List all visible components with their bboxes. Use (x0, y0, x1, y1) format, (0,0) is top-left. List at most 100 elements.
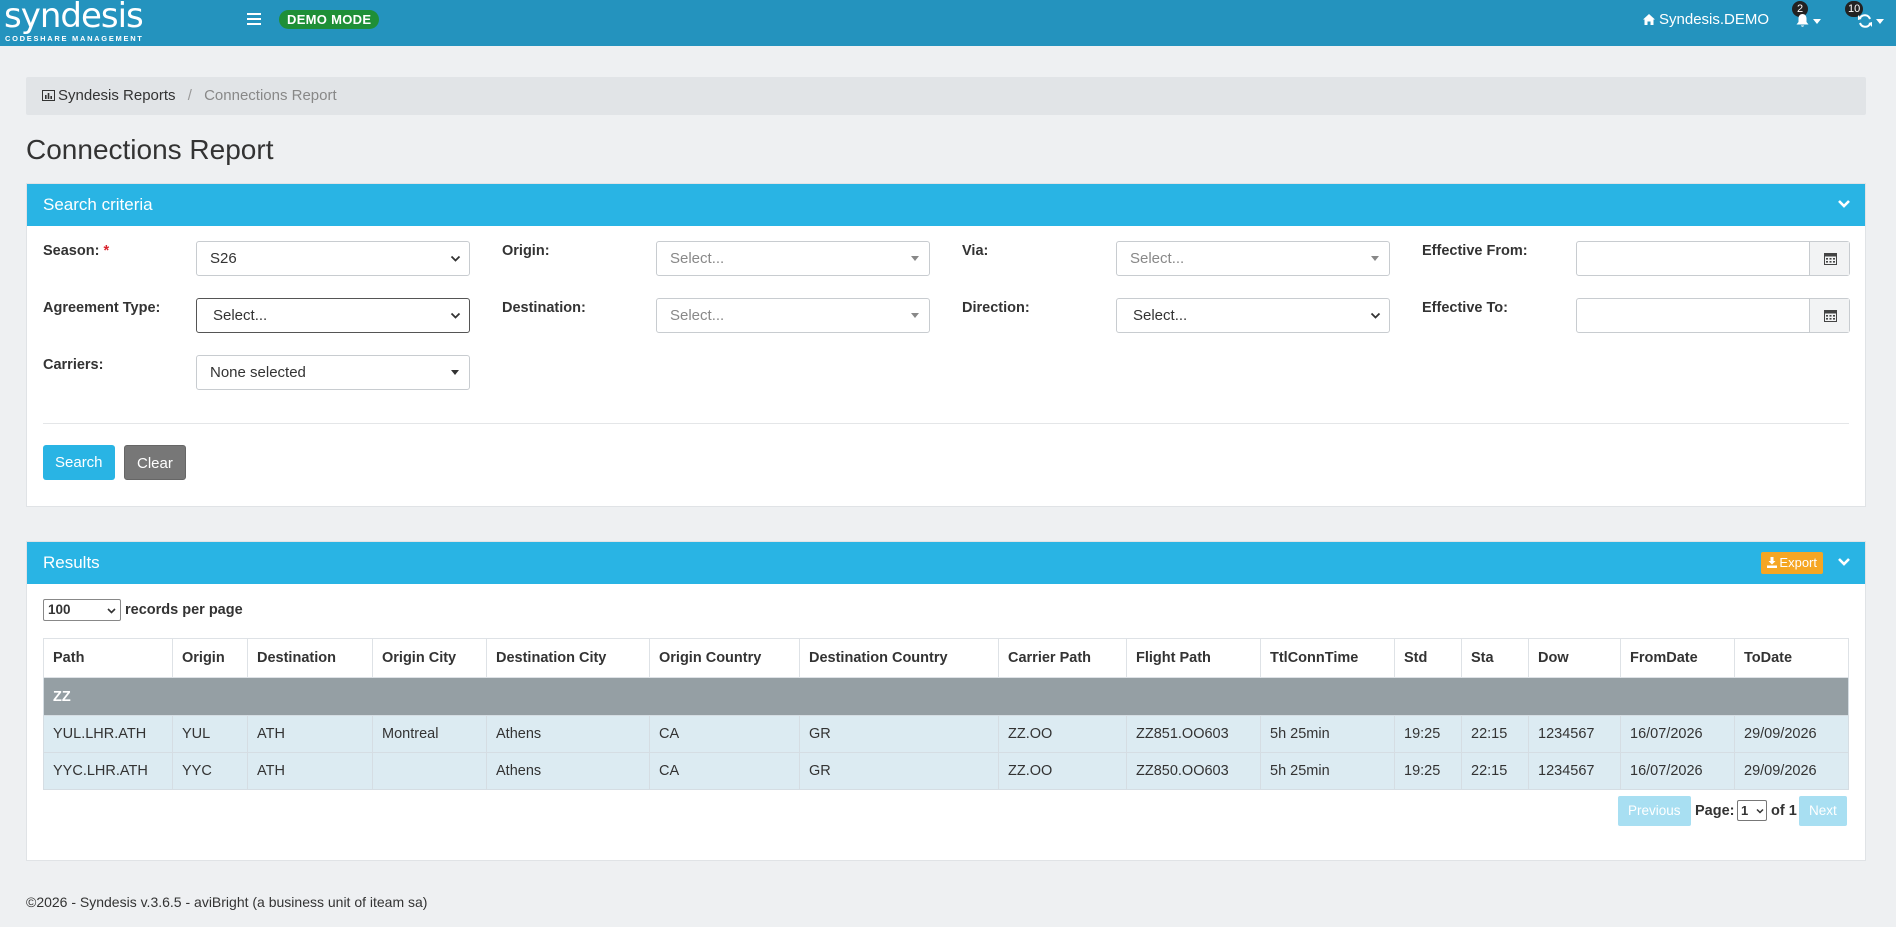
logo-text: syndesis (4, 0, 144, 36)
page-select[interactable]: 1 (1737, 800, 1767, 821)
cell-origin: YYC (172, 752, 248, 790)
calendar-icon (1824, 310, 1837, 322)
search-criteria-header[interactable]: Search criteria (27, 184, 1865, 226)
direction-value: Select... (1133, 307, 1188, 324)
chevron-down-icon[interactable] (1837, 198, 1851, 210)
next-page-button[interactable]: Next (1799, 796, 1847, 826)
column-header-destination[interactable]: Destination (247, 638, 373, 678)
user-name: Syndesis.DEMO (1659, 11, 1770, 28)
export-button[interactable]: Export (1761, 552, 1823, 574)
previous-page-button[interactable]: Previous (1618, 796, 1691, 826)
footer-copyright: ©2026 - Syndesis v.3.6.5 - aviBright (a … (26, 894, 428, 910)
cell-std: 19:25 (1394, 752, 1462, 790)
logo-subtitle: CODESHARE MANAGEMENT (5, 34, 144, 43)
effective-to-input[interactable] (1577, 299, 1809, 332)
effective-to-label: Effective To: (1422, 300, 1508, 316)
agreement-type-value: Select... (213, 307, 268, 324)
via-label: Via: (962, 243, 989, 259)
column-header-path[interactable]: Path (43, 638, 173, 678)
sync-dropdown[interactable]: 10 (1845, 1, 1888, 34)
page-label: Page: (1695, 803, 1735, 819)
chart-icon (42, 90, 55, 101)
chevron-down-icon (450, 312, 461, 319)
user-menu[interactable]: Syndesis.DEMO (1643, 11, 1769, 28)
column-header-sta[interactable]: Sta (1461, 638, 1529, 678)
cell-path: YYC.LHR.ATH (43, 752, 173, 790)
records-per-page: 100 records per page (43, 599, 243, 621)
cell-origin-country: CA (649, 752, 800, 790)
column-header-destination-country[interactable]: Destination Country (799, 638, 999, 678)
agreement-type-select[interactable]: Select... (196, 298, 470, 333)
column-header-origin[interactable]: Origin (172, 638, 248, 678)
column-header-origin-city[interactable]: Origin City (372, 638, 487, 678)
column-header-fromdate[interactable]: FromDate (1620, 638, 1735, 678)
column-header-dow[interactable]: Dow (1528, 638, 1621, 678)
via-placeholder: Select... (1130, 250, 1185, 267)
cell-flight-path: ZZ851.OO603 (1126, 715, 1261, 753)
table-row[interactable]: YUL.LHR.ATH YUL ATH Montreal Athens CA G… (43, 715, 1849, 753)
breadcrumb-current: Connections Report (204, 87, 337, 104)
cell-origin: YUL (172, 715, 248, 753)
chevron-down-icon[interactable] (1837, 556, 1851, 568)
breadcrumb-reports-link[interactable]: Syndesis Reports (42, 87, 176, 104)
cell-sta: 22:15 (1461, 715, 1529, 753)
column-header-flight-path[interactable]: Flight Path (1126, 638, 1261, 678)
effective-from-calendar-button[interactable] (1809, 242, 1849, 275)
search-criteria-title: Search criteria (43, 195, 153, 214)
column-header-ttlconntime[interactable]: TtlConnTime (1260, 638, 1395, 678)
column-header-origin-country[interactable]: Origin Country (649, 638, 800, 678)
destination-label: Destination: (502, 300, 586, 316)
agreement-type-label: Agreement Type: (43, 300, 161, 316)
cell-ttlconntime: 5h 25min (1260, 752, 1395, 790)
menu-icon[interactable] (247, 13, 261, 25)
chevron-down-icon (107, 608, 116, 614)
chevron-down-icon (1370, 312, 1381, 319)
table-header-row: Path Origin Destination Origin City Dest… (43, 638, 1849, 678)
records-per-page-label: records per page (125, 601, 243, 618)
required-marker: * (103, 243, 110, 259)
column-header-carrier-path[interactable]: Carrier Path (998, 638, 1127, 678)
column-header-destination-city[interactable]: Destination City (486, 638, 650, 678)
column-header-todate[interactable]: ToDate (1734, 638, 1849, 678)
caret-down-icon (911, 256, 919, 261)
via-select[interactable]: Select... (1116, 241, 1390, 276)
export-label: Export (1779, 555, 1817, 570)
table-row[interactable]: YYC.LHR.ATH YYC ATH Athens CA GR ZZ.OO Z… (43, 752, 1849, 790)
cell-destination-country: GR (799, 752, 999, 790)
demo-mode-badge: DEMO MODE (279, 10, 380, 29)
effective-to-field (1576, 298, 1850, 333)
column-header-std[interactable]: Std (1394, 638, 1462, 678)
effective-to-calendar-button[interactable] (1809, 299, 1849, 332)
cell-todate: 29/09/2026 (1734, 752, 1849, 790)
cell-origin-country: CA (649, 715, 800, 753)
cell-flight-path: ZZ850.OO603 (1126, 752, 1261, 790)
page-total: of 1 (1771, 803, 1797, 819)
notifications-dropdown[interactable]: 2 (1792, 1, 1826, 34)
breadcrumb-reports-label: Syndesis Reports (58, 87, 176, 104)
caret-down-icon (911, 313, 919, 318)
carriers-multiselect[interactable]: None selected (196, 355, 470, 390)
results-panel: Results Export 100 records per page Path… (26, 541, 1866, 861)
syndesis-logo[interactable]: syndesis CODESHARE MANAGEMENT (4, 0, 144, 46)
results-table: Path Origin Destination Origin City Dest… (43, 638, 1849, 790)
search-button[interactable]: Search (43, 445, 115, 480)
effective-from-input[interactable] (1577, 242, 1809, 275)
results-title: Results (43, 553, 100, 572)
destination-select[interactable]: Select... (656, 298, 930, 333)
calendar-icon (1824, 253, 1837, 265)
origin-placeholder: Select... (670, 250, 725, 267)
breadcrumb-separator: / (187, 87, 192, 104)
form-divider (43, 423, 1849, 424)
cell-dow: 1234567 (1528, 715, 1621, 753)
records-per-page-select[interactable]: 100 (43, 599, 121, 621)
season-select[interactable]: S26 (196, 241, 470, 276)
home-icon (1643, 14, 1655, 25)
cell-fromdate: 16/07/2026 (1620, 752, 1735, 790)
clear-button[interactable]: Clear (124, 445, 186, 480)
direction-select[interactable]: Select... (1116, 298, 1390, 333)
cell-ttlconntime: 5h 25min (1260, 715, 1395, 753)
direction-label: Direction: (962, 300, 1030, 316)
results-header[interactable]: Results Export (27, 542, 1865, 584)
origin-select[interactable]: Select... (656, 241, 930, 276)
pagination: Previous Page: 1 of 1 Next (1618, 796, 1849, 826)
